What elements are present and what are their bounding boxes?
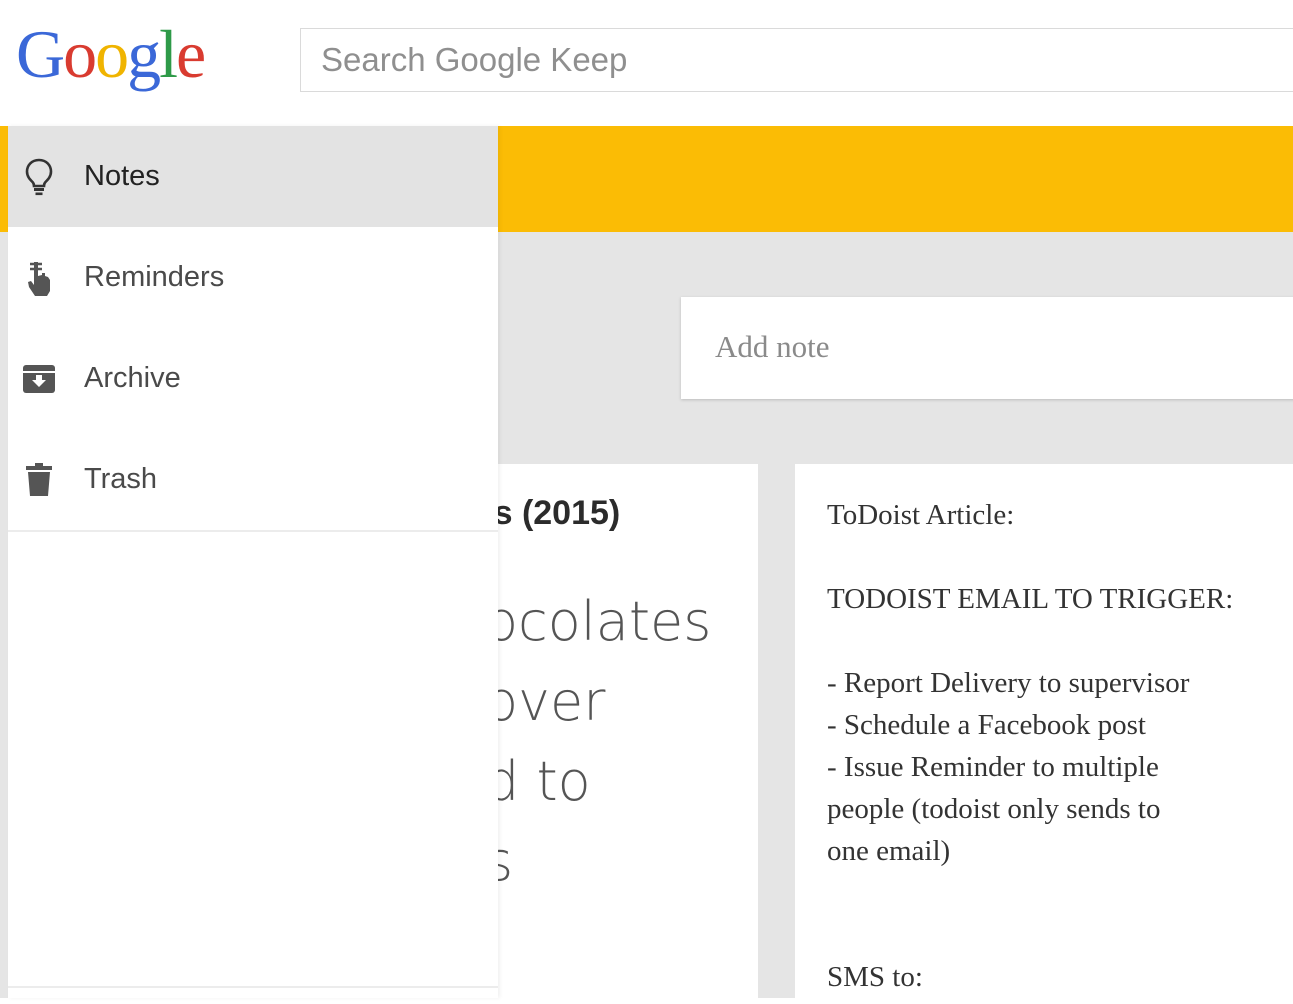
sidebar-item-label: Notes xyxy=(84,160,160,192)
note-line: ocolates xyxy=(485,590,712,653)
note-body: ocolates over d to s xyxy=(485,582,711,902)
logo-letter: l xyxy=(159,16,178,92)
logo-letter: g xyxy=(127,16,161,92)
google-logo[interactable]: Google xyxy=(16,14,206,94)
sidebar-item-reminders[interactable]: Reminders xyxy=(8,227,498,328)
note-line: - Issue Reminder to multiple xyxy=(827,751,1159,783)
sidebar-item-label: Reminders xyxy=(84,261,225,293)
nav-drawer: Notes Reminders Archive Trash xyxy=(8,126,498,998)
logo-letter: e xyxy=(176,16,206,92)
sidebar-item-archive[interactable]: Archive xyxy=(8,328,498,429)
drawer-divider xyxy=(8,530,498,532)
sidebar-item-trash[interactable]: Trash xyxy=(8,429,498,530)
add-note-box[interactable]: Add note xyxy=(681,297,1293,399)
note-card[interactable]: ToDoist Article: TODOIST EMAIL TO TRIGGE… xyxy=(795,464,1293,1004)
reminder-finger-icon xyxy=(18,257,60,299)
trash-icon xyxy=(18,459,60,501)
search-input[interactable] xyxy=(301,29,1293,91)
header: Google xyxy=(0,0,1293,126)
sidebar-item-notes[interactable]: Notes xyxy=(8,126,498,227)
note-line: ToDoist Article: xyxy=(827,499,1015,531)
note-line: TODOIST EMAIL TO TRIGGER: xyxy=(827,583,1234,615)
note-line: over xyxy=(485,670,606,733)
lightbulb-icon xyxy=(18,156,60,198)
note-line: s xyxy=(485,830,514,893)
note-line: one email) xyxy=(827,835,951,867)
search-box xyxy=(300,28,1293,92)
sidebar-item-label: Archive xyxy=(84,362,181,394)
note-line: - Report Delivery to supervisor xyxy=(827,667,1190,699)
note-line: people (todoist only sends to xyxy=(827,793,1161,825)
logo-letter: o xyxy=(63,16,97,92)
add-note-placeholder: Add note xyxy=(715,329,830,364)
note-line: - Schedule a Facebook post xyxy=(827,709,1146,741)
logo-letter: o xyxy=(95,16,129,92)
drawer-divider xyxy=(8,986,498,988)
note-line: d to xyxy=(485,750,591,813)
sidebar-item-label: Trash xyxy=(84,463,158,495)
archive-icon xyxy=(18,358,60,400)
note-line: SMS to: xyxy=(827,961,923,993)
logo-letter: G xyxy=(16,16,65,92)
note-body: ToDoist Article: TODOIST EMAIL TO TRIGGE… xyxy=(827,494,1293,998)
